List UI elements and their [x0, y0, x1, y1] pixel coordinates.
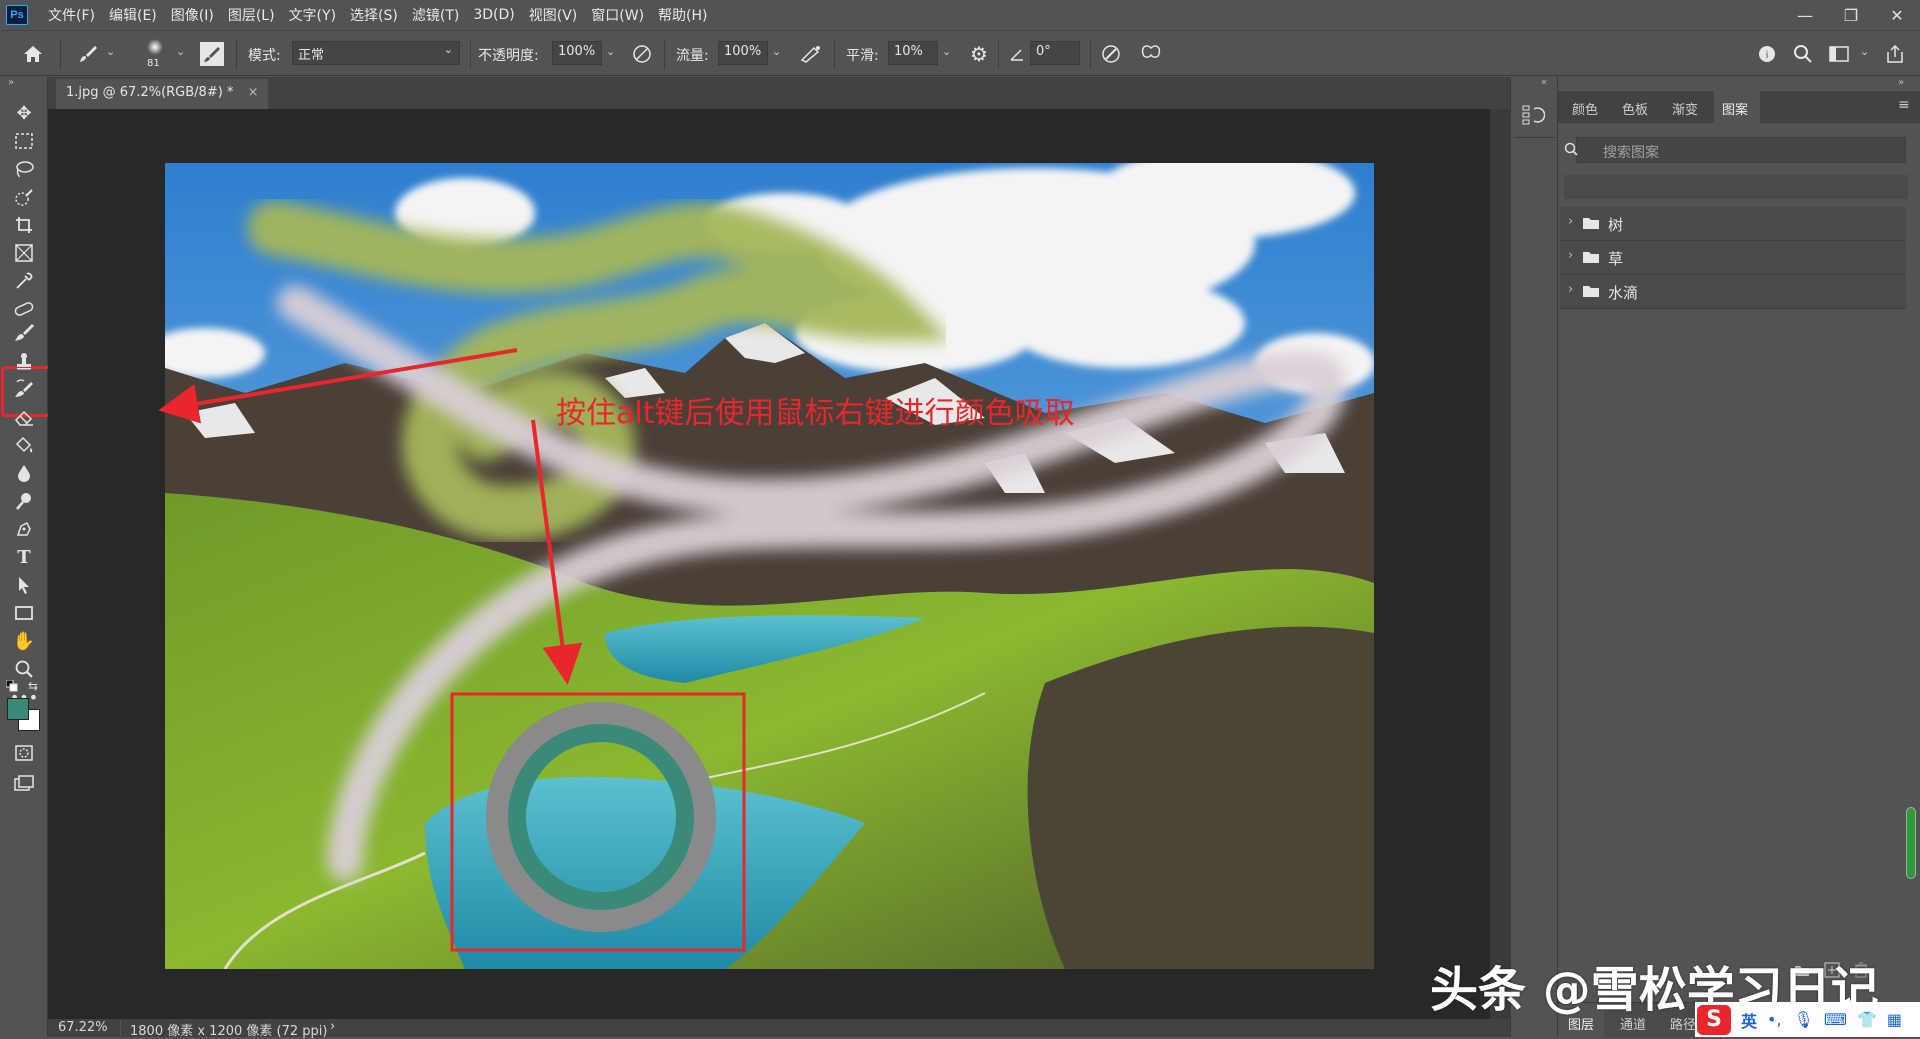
folder-row-grass[interactable]: › 草 [1560, 241, 1906, 275]
pattern-search-input[interactable]: 搜索图案 [1576, 137, 1906, 163]
sogou-logo-icon[interactable]: S [1697, 1004, 1731, 1035]
pattern-preview-strip [1564, 175, 1908, 199]
folder-icon [1582, 250, 1600, 268]
folder-icon [1582, 284, 1600, 302]
keyboard-icon[interactable]: ⌨ [1824, 1010, 1847, 1029]
search-icon [1564, 142, 1578, 160]
toolbox-icon[interactable]: ▦ [1887, 1010, 1902, 1029]
zoom-level[interactable]: 67.22% [58, 1020, 108, 1035]
chevron-right-icon[interactable]: › [1568, 248, 1573, 263]
tab-patterns[interactable]: 图案 [1714, 91, 1760, 123]
folder-row-trees[interactable]: › 树 [1560, 207, 1906, 241]
annotation-arrow-down [531, 419, 583, 685]
tab-patterns-label: 图案 [1722, 103, 1749, 118]
panel-menu-icon[interactable]: ≡ [1898, 97, 1910, 113]
document-size: 1800 像素 x 1200 像素 (72 ppi) [130, 1024, 328, 1039]
chevron-right-icon[interactable]: › [1568, 214, 1573, 229]
ime-toolbar: S 英 •, 🎙 ⌨ 👕 ▦ [1695, 1002, 1920, 1037]
collapse-icon[interactable]: » [1898, 77, 1904, 88]
status-bar: 67.22% 1800 像素 x 1200 像素 (72 ppi) › [48, 1019, 1510, 1039]
tab-gradients[interactable]: 渐变 [1672, 99, 1698, 118]
tab-color[interactable]: 颜色 [1572, 99, 1598, 118]
annotation-arrow-left [158, 348, 518, 424]
annotation-box [450, 692, 746, 952]
history-panel-icon[interactable] [1521, 103, 1549, 129]
chevron-right-icon[interactable]: › [1568, 282, 1573, 297]
punctuation-icon[interactable]: •, [1767, 1010, 1782, 1029]
tab-swatches[interactable]: 色板 [1622, 99, 1648, 118]
chevron-right-icon[interactable]: › [330, 1019, 335, 1034]
folder-icon [1582, 216, 1600, 234]
patterns-panel: » 颜色 色板 渐变 图案 ≡ 搜索图案 › 树 › 草 › 水滴 图层 通道 … [1558, 77, 1920, 1038]
search-placeholder: 搜索图案 [1603, 145, 1659, 161]
folder-label: 草 [1608, 250, 1624, 268]
annotation-text: 按住alt键后使用鼠标右键进行颜色吸取 [556, 396, 1075, 431]
microphone-icon[interactable]: 🎙 [1794, 1010, 1814, 1029]
panel-scrollbar[interactable] [1906, 807, 1916, 879]
panel-tab-bar: 颜色 色板 渐变 图案 ≡ [1558, 91, 1920, 123]
collapsed-panel-dock: « [1510, 77, 1558, 1037]
skin-icon[interactable]: 👕 [1857, 1010, 1877, 1029]
expand-icon[interactable]: « [1541, 77, 1547, 88]
ime-language[interactable]: 英 [1741, 1008, 1757, 1032]
folder-label: 水滴 [1608, 284, 1639, 302]
folder-row-water-drops[interactable]: › 水滴 [1560, 275, 1906, 309]
folder-label: 树 [1608, 216, 1624, 234]
